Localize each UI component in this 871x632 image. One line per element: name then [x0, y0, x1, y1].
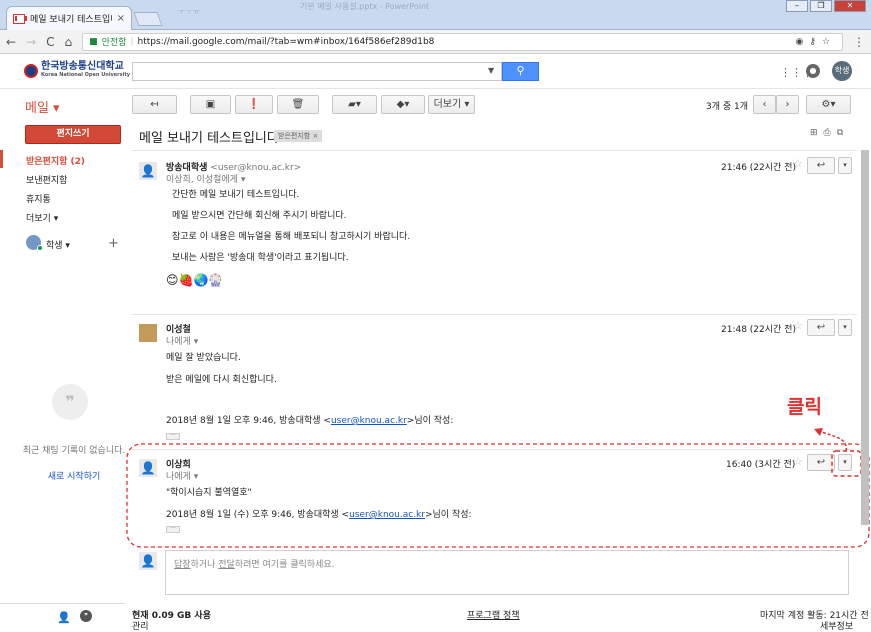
click-annotation-label: 클릭 — [787, 396, 822, 418]
reply-hint: 답장하거나 전달하려면 여기를 클릭하세요. — [174, 557, 335, 570]
message-highlight-box — [126, 443, 870, 548]
details-link[interactable]: 세부정보 — [820, 619, 853, 632]
forward-link[interactable]: 전달 — [218, 560, 235, 570]
scrollbar[interactable] — [861, 150, 869, 525]
reply-hint-text: 하거나 — [190, 560, 219, 570]
manage-link[interactable]: 관리 — [132, 619, 149, 632]
annotation-overlay — [126, 428, 870, 548]
dropdown-highlight-box — [831, 450, 862, 477]
reply-hint-text: 하려면 여기를 클릭하세요. — [234, 560, 335, 570]
pointer-arrowhead — [814, 428, 823, 436]
pointer-arrow — [821, 431, 847, 452]
policy-link[interactable]: 프로그램 정책 — [467, 608, 520, 621]
reply-link[interactable]: 답장 — [174, 560, 191, 570]
my-avatar: 👤 — [139, 552, 157, 570]
